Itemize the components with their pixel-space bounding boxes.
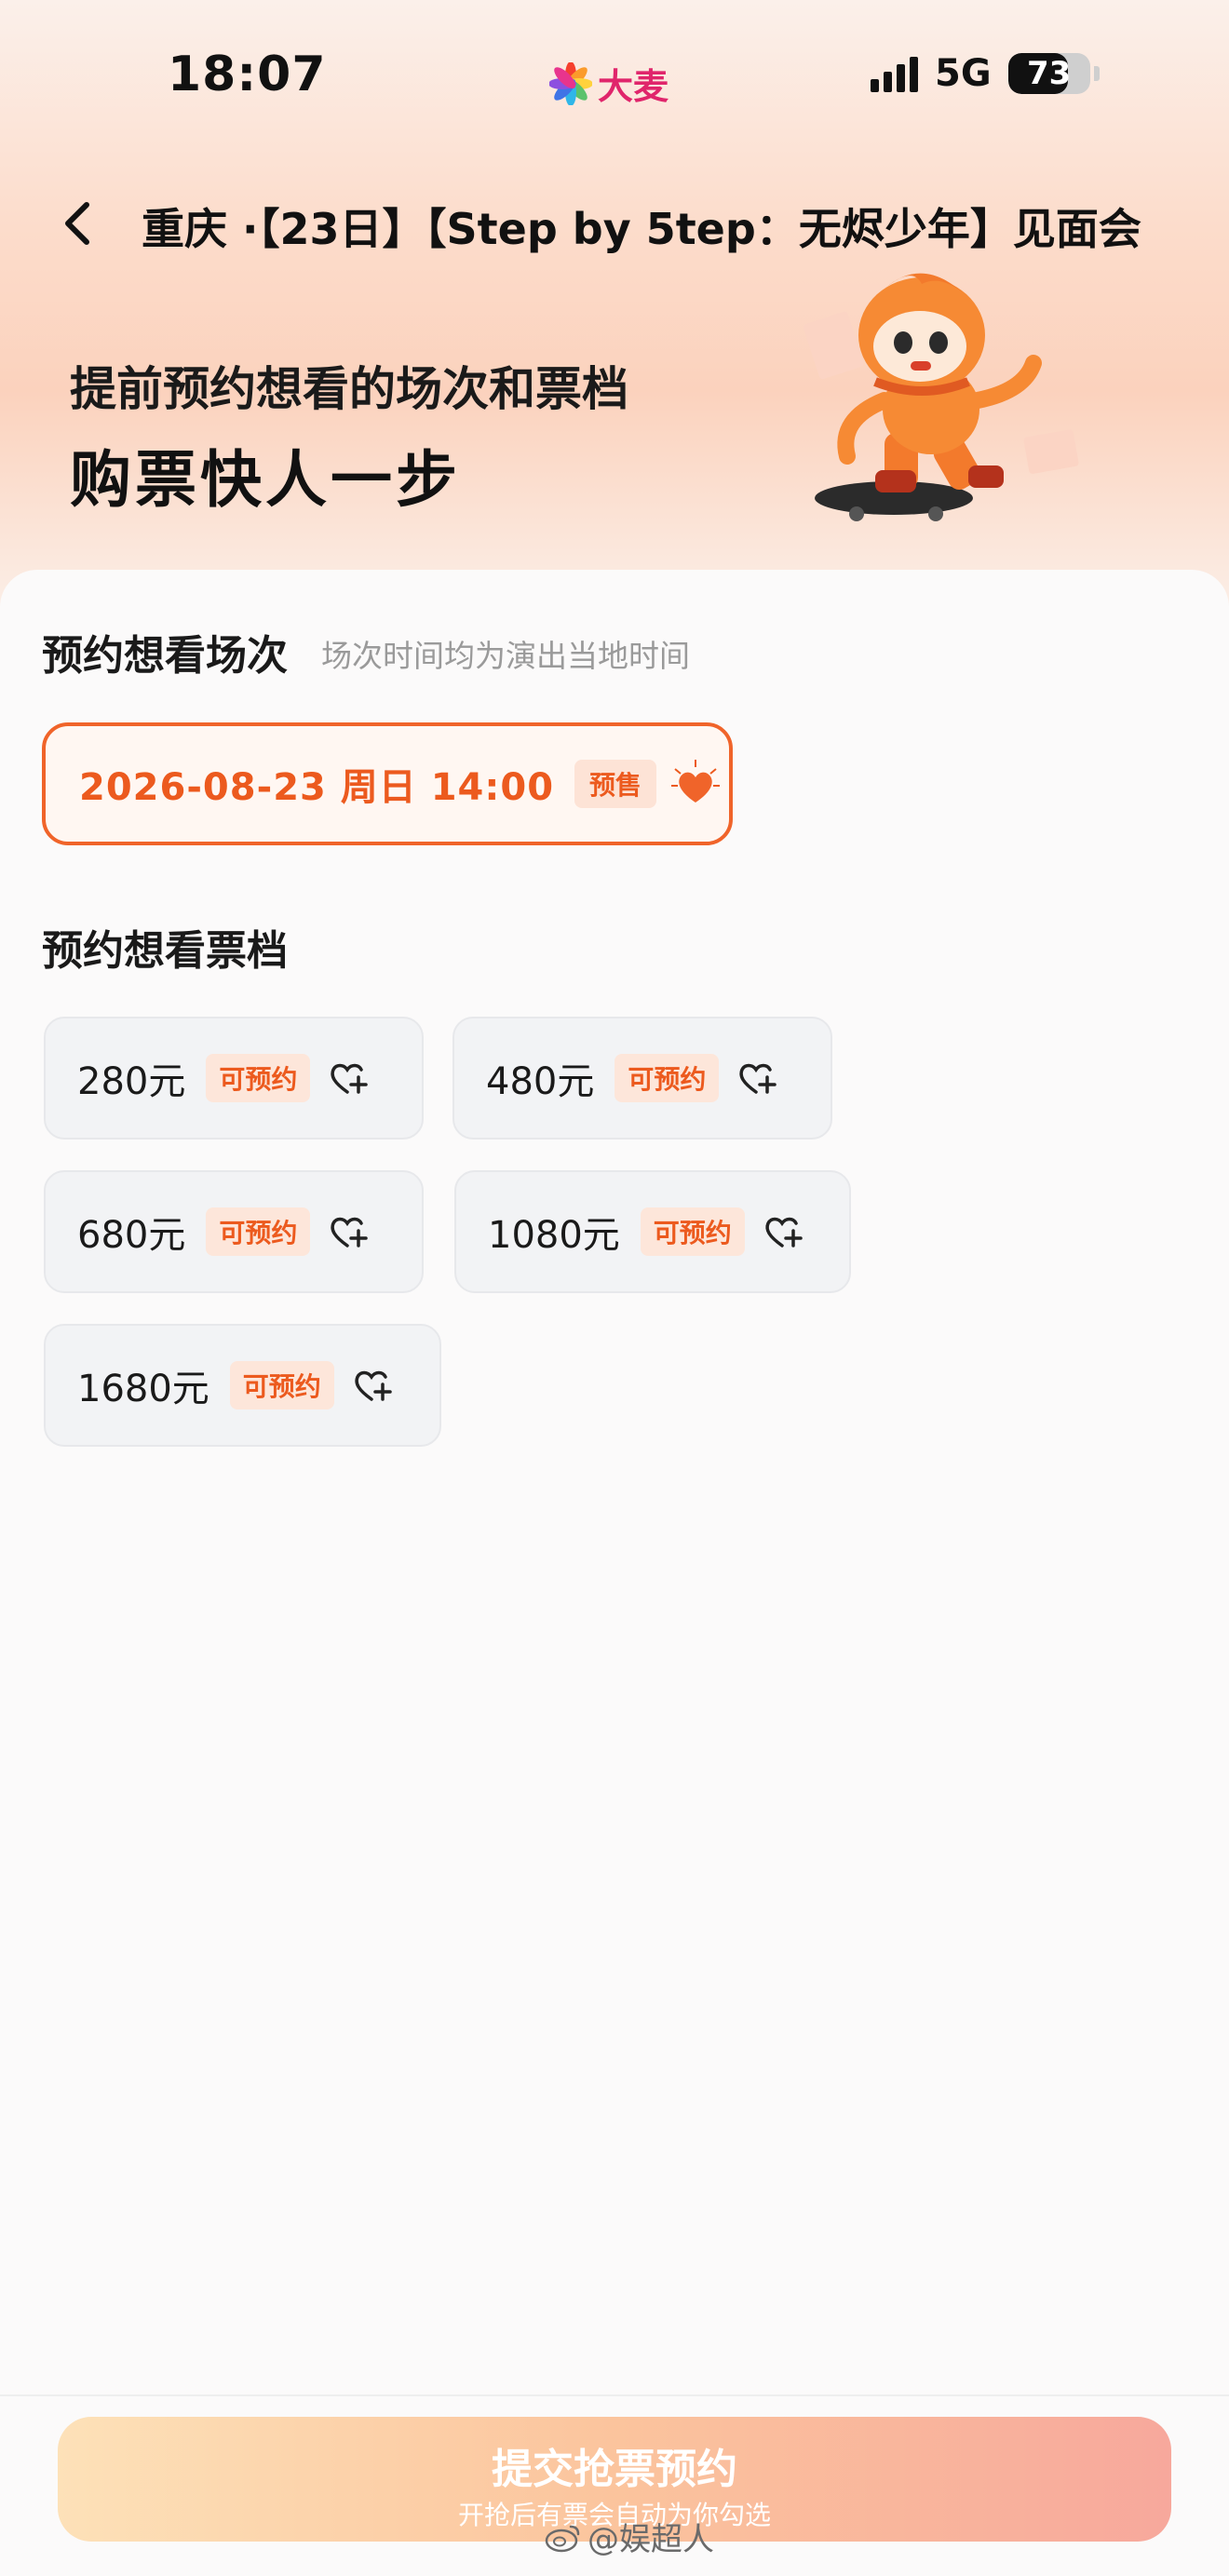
session-option-selected[interactable]: 2026-08-23 周日 14:00 预售 [42, 722, 733, 845]
heart-plus-icon [355, 1370, 392, 1401]
watermark: @娱超人 [545, 2514, 714, 2559]
tier-option[interactable]: 1680元 可预约 [44, 1324, 441, 1447]
app-name: 大麦 [598, 66, 669, 107]
tier-section-title: 预约想看票档 [42, 927, 288, 975]
tier-option[interactable]: 1080元 可预约 [454, 1170, 851, 1293]
available-badge: 可预约 [229, 1361, 334, 1409]
page-title: 重庆 ·【23日】【Step by 5tep：无烬少年】见面会 [142, 204, 1141, 254]
weibo-icon [545, 2525, 580, 2552]
tier-price: 1680元 [77, 1368, 209, 1410]
skateboard-mascot-icon [803, 273, 1079, 521]
footer-divider [0, 2394, 1229, 2396]
heart-plus-icon [739, 1063, 777, 1094]
hero-headline: 提前预约想看的场次和票档 [70, 362, 628, 416]
damai-flower-icon [549, 61, 592, 105]
tier-option[interactable]: 280元 可预约 [44, 1017, 424, 1140]
heart-plus-icon [765, 1217, 803, 1248]
cellular-signal-icon [871, 55, 918, 92]
submit-label: 提交抢票预约 [492, 2446, 737, 2493]
tier-option[interactable]: 680元 可预约 [44, 1170, 424, 1293]
tier-price: 680元 [77, 1214, 186, 1257]
session-section-title: 预约想看场次 [42, 632, 288, 680]
heart-icon [671, 760, 721, 802]
available-badge: 可预约 [640, 1207, 745, 1256]
tier-price: 280元 [77, 1060, 186, 1103]
available-badge: 可预约 [206, 1207, 311, 1256]
battery-level: 73 [1027, 55, 1072, 92]
chevron-left-icon[interactable] [51, 196, 107, 251]
network-type: 5G [935, 52, 992, 95]
tier-price: 480元 [486, 1060, 595, 1103]
battery-tip [1093, 66, 1100, 81]
reservation-card [0, 570, 1229, 2576]
heart-plus-icon [331, 1217, 369, 1248]
status-time: 18:07 [168, 47, 327, 102]
status-indicators: 5G 73 [871, 52, 1100, 95]
available-badge: 可预约 [206, 1054, 311, 1102]
heart-plus-icon [331, 1063, 369, 1094]
app-logo: 大麦 [549, 58, 669, 109]
session-section-subtitle: 场次时间均为演出当地时间 [321, 638, 690, 674]
tier-option[interactable]: 480元 可预约 [452, 1017, 832, 1140]
watermark-text: @娱超人 [587, 2521, 714, 2558]
battery-icon: 73 [1007, 53, 1090, 94]
session-datetime: 2026-08-23 周日 14:00 [79, 766, 555, 809]
presale-badge: 预售 [574, 760, 657, 808]
tier-price: 1080元 [488, 1214, 620, 1257]
available-badge: 可预约 [614, 1054, 720, 1102]
hero-slogan: 购票快人一步 [70, 444, 461, 516]
